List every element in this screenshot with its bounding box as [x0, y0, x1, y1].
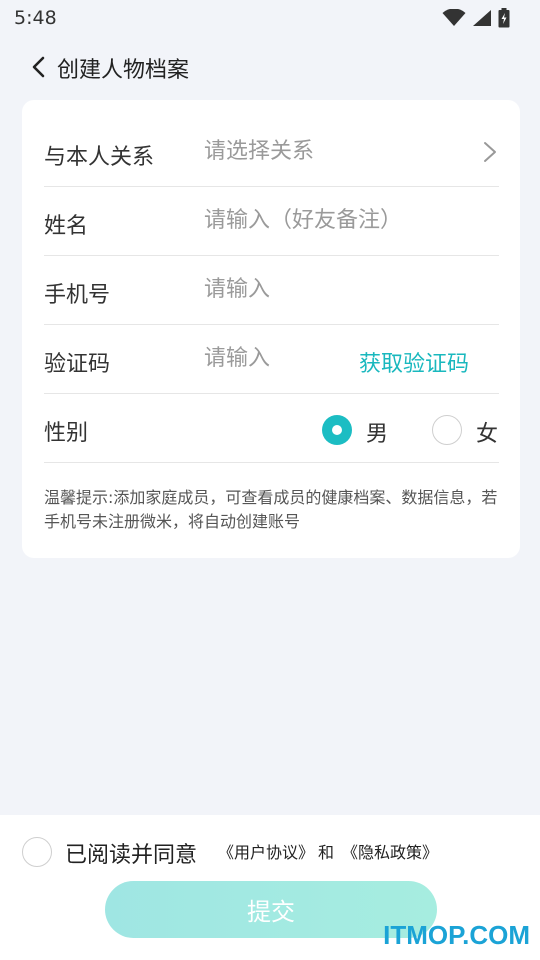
name-label: 姓名	[44, 214, 89, 239]
get-code-button[interactable]: 获取验证码	[359, 346, 469, 378]
chevron-left-icon[interactable]	[30, 56, 48, 78]
gender-female-radio[interactable]	[432, 415, 462, 445]
privacy-policy-link[interactable]: 《隐私政策》	[342, 839, 438, 863]
gender-row: 性别 男 女	[44, 393, 499, 463]
gender-label: 性别	[44, 421, 89, 446]
name-row: 姓名	[44, 186, 499, 256]
relation-select[interactable]	[204, 134, 464, 168]
signal-icon	[473, 10, 491, 26]
code-label: 验证码	[44, 352, 111, 377]
agreement-text: 已阅读并同意	[65, 843, 198, 868]
wifi-icon	[442, 9, 466, 26]
battery-icon	[498, 8, 510, 28]
tip-text: 温馨提示:添加家庭成员，可查看成员的健康档案、数据信息，若手机号未注册微米，将自…	[44, 488, 498, 531]
chevron-right-icon	[484, 142, 496, 162]
name-input[interactable]	[204, 203, 494, 237]
page-title: 创建人物档案	[57, 58, 190, 83]
agreement-and: 和	[318, 843, 335, 862]
status-time: 5:48	[14, 7, 57, 29]
status-icons	[442, 8, 510, 28]
header: 创建人物档案	[0, 40, 540, 94]
phone-label: 手机号	[44, 283, 111, 308]
phone-row: 手机号	[44, 255, 499, 325]
code-row: 验证码 获取验证码	[44, 324, 499, 394]
gender-male-label[interactable]: 男	[366, 416, 388, 448]
agreement-checkbox[interactable]	[22, 837, 52, 867]
status-bar: 5:48	[0, 0, 540, 36]
form-card: 与本人关系 姓名 手机号 验证码 获取验证码 性别 男 女 温馨提示:添加家庭成…	[22, 100, 520, 558]
gender-male-radio[interactable]	[322, 415, 352, 445]
phone-input[interactable]	[204, 272, 464, 306]
relation-row[interactable]: 与本人关系	[44, 117, 499, 187]
user-agreement-link[interactable]: 《用户协议》	[218, 839, 314, 863]
watermark: ITMOP.COM	[383, 920, 530, 950]
gender-female-label[interactable]: 女	[476, 416, 498, 448]
relation-label: 与本人关系	[44, 145, 155, 170]
code-input[interactable]	[204, 341, 344, 375]
